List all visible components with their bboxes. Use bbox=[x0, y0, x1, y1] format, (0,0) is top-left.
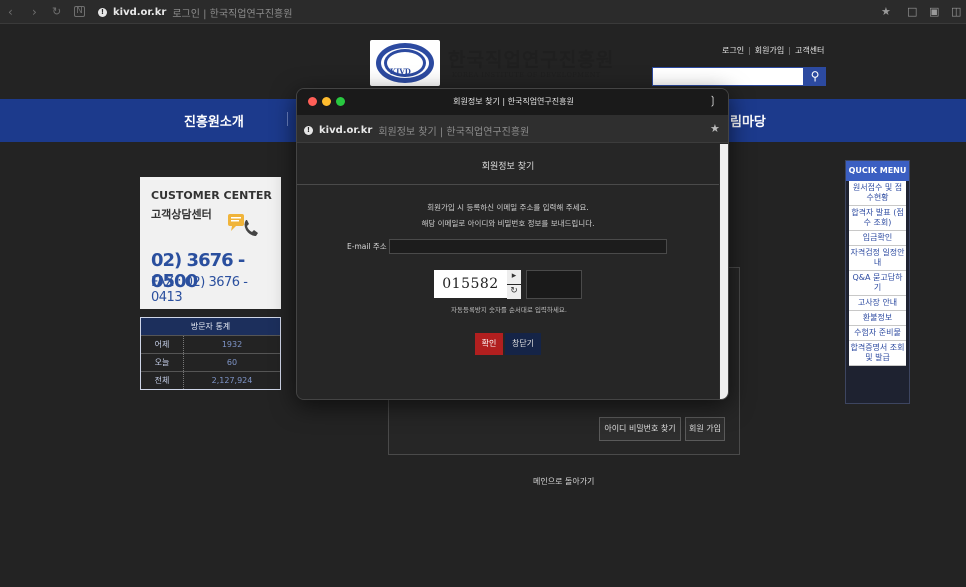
search-button[interactable]: ⚲ bbox=[804, 67, 826, 86]
quick-menu-item[interactable]: 입금확인 bbox=[849, 231, 906, 246]
forward-icon[interactable]: › bbox=[32, 5, 37, 19]
visitor-stats: 방문자 통계 어제 1932 오늘 60 전체 2,127,924 bbox=[140, 317, 281, 390]
stats-label: 어제 bbox=[141, 336, 184, 353]
address-bar[interactable]: ! kivd.or.kr 로그인 | 한국직업연구진흥원 bbox=[98, 4, 292, 20]
popup-description: 회원가입 시 등록하신 이메일 주소를 입력해 주세요. bbox=[427, 203, 589, 212]
find-account-popup: 회원정보 찾기 | 한국직업연구진흥원 ❳ ! kivd.or.kr 회원정보 … bbox=[296, 88, 729, 400]
table-row: 전체 2,127,924 bbox=[141, 371, 280, 389]
popup-address-title: 회원정보 찾기 | 한국직업연구진흥원 bbox=[378, 127, 530, 138]
nav-item-about[interactable]: 진흥원소개 bbox=[184, 111, 244, 130]
popup-titlebar: 회원정보 찾기 | 한국직업연구진흥원 ❳ bbox=[297, 89, 728, 115]
confirm-button[interactable]: 확인 bbox=[475, 333, 503, 355]
reload-icon[interactable]: ↻ bbox=[52, 5, 61, 19]
captcha-refresh-icon[interactable]: ↻ bbox=[507, 285, 521, 299]
search-input[interactable] bbox=[652, 67, 804, 86]
email-field[interactable] bbox=[389, 239, 667, 254]
popup-address-bar[interactable]: ! kivd.or.kr 회원정보 찾기 | 한국직업연구진흥원 ★ bbox=[297, 115, 728, 143]
quick-menu-item[interactable]: 자격검정 일정안내 bbox=[849, 246, 906, 271]
quick-menu-item[interactable]: 고사장 안내 bbox=[849, 296, 906, 311]
back-icon[interactable]: ‹ bbox=[8, 5, 13, 19]
nav-item-board[interactable]: 림마당 bbox=[730, 111, 766, 130]
popup-content: 회원정보 찾기 회원가입 시 등록하신 이메일 주소를 입력해 주세요. 해당 … bbox=[297, 144, 719, 399]
reader-icon[interactable]: N bbox=[74, 6, 85, 17]
close-button[interactable]: 창닫기 bbox=[505, 333, 541, 355]
quick-menu-title: QUCIK MENU bbox=[846, 161, 909, 181]
logo-text: 한국직업연구진흥원 bbox=[448, 49, 615, 71]
quick-menu-item[interactable]: 합격증명서 조회 및 발급 bbox=[849, 341, 906, 366]
back-to-main-link[interactable]: 메인으로 돌아가기 bbox=[533, 476, 594, 487]
stats-label: 오늘 bbox=[141, 354, 184, 371]
site-info-icon[interactable]: ! bbox=[304, 126, 313, 135]
captcha-note: 자동등록방지 숫자를 순서대로 입력하세요. bbox=[451, 306, 567, 314]
extension-icon[interactable]: □ bbox=[907, 5, 917, 18]
login-link[interactable]: 로그인 bbox=[722, 46, 744, 55]
email-label: E-mail 주소 bbox=[347, 242, 387, 251]
quick-menu: QUCIK MENU 원서접수 및 접수현황 합격자 발표 (점수 조회) 입금… bbox=[845, 160, 910, 404]
popup-description: 해당 이메일로 아이디와 비밀번호 정보를 보내드립니다. bbox=[421, 219, 595, 228]
stats-label: 전체 bbox=[141, 372, 184, 389]
divider bbox=[297, 184, 719, 185]
table-row: 어제 1932 bbox=[141, 335, 280, 353]
quick-menu-item[interactable]: 합격자 발표 (점수 조회) bbox=[849, 206, 906, 231]
bookmark-star-icon[interactable]: ★ bbox=[710, 122, 720, 135]
stats-value: 1932 bbox=[221, 340, 243, 349]
screenshot-icon[interactable]: ▣ bbox=[929, 5, 939, 18]
pin-icon[interactable]: ❳ bbox=[708, 94, 717, 107]
quick-menu-item[interactable]: 수험자 준비물 bbox=[849, 326, 906, 341]
join-button[interactable]: 회원 가입 bbox=[685, 417, 725, 441]
customer-center-title-ko: 고객상담센터 bbox=[151, 208, 212, 221]
nav-divider bbox=[287, 112, 288, 126]
scrollbar-thumb[interactable] bbox=[720, 144, 728, 399]
captcha-input[interactable] bbox=[526, 270, 582, 299]
table-row: 오늘 60 bbox=[141, 353, 280, 371]
phone-chat-icon bbox=[228, 214, 258, 236]
address-host: kivd.or.kr bbox=[113, 6, 167, 18]
quick-menu-item[interactable]: Q&A 묻고답하기 bbox=[849, 271, 906, 296]
stats-value: 60 bbox=[226, 358, 238, 367]
customer-center-banner: CUSTOMER CENTER 고객상담센터 02) 3676 - 0500 F… bbox=[140, 177, 281, 309]
quick-menu-item[interactable]: 환불정보 bbox=[849, 311, 906, 326]
captcha-image: 015582 bbox=[434, 270, 507, 298]
popup-address-host: kivd.or.kr bbox=[319, 125, 373, 136]
popup-heading: 회원정보 찾기 bbox=[481, 162, 535, 172]
search-icon: ⚲ bbox=[810, 69, 820, 83]
find-account-button[interactable]: 아이디 비밀번호 찾기 bbox=[599, 417, 681, 441]
logo-subtitle: KOREA INSTITUTE OF DEVELOPMENT bbox=[452, 71, 601, 79]
quick-menu-item[interactable]: 원서접수 및 접수현황 bbox=[849, 181, 906, 206]
site-info-icon[interactable]: ! bbox=[98, 7, 107, 17]
address-title: 로그인 | 한국직업연구진흥원 bbox=[172, 8, 293, 20]
sidebar-icon[interactable]: ◫ bbox=[951, 5, 961, 18]
bookmark-star-icon[interactable]: ★ bbox=[881, 5, 891, 18]
stats-value: 2,127,924 bbox=[211, 376, 253, 385]
logo-mark: KIVD bbox=[390, 67, 411, 76]
join-link[interactable]: 회원가입 bbox=[755, 46, 784, 55]
customer-center-link[interactable]: 고객센터 bbox=[795, 46, 824, 55]
scrollbar[interactable] bbox=[719, 144, 728, 399]
customer-fax: FAX : 02) 3676 - 0413 bbox=[151, 275, 248, 305]
visitor-stats-title: 방문자 통계 bbox=[141, 318, 280, 335]
browser-toolbar: ‹ › ↻ N ! kivd.or.kr 로그인 | 한국직업연구진흥원 ★ □… bbox=[0, 0, 966, 24]
popup-window-title: 회원정보 찾기 | 한국직업연구진흥원 bbox=[453, 97, 574, 106]
site-logo[interactable]: KIVD bbox=[370, 40, 440, 86]
top-links: 로그인 | 회원가입 | 고객센터 bbox=[722, 46, 825, 55]
captcha-audio-icon[interactable]: ▸ bbox=[507, 270, 521, 284]
customer-center-title-en: CUSTOMER CENTER bbox=[151, 189, 272, 202]
